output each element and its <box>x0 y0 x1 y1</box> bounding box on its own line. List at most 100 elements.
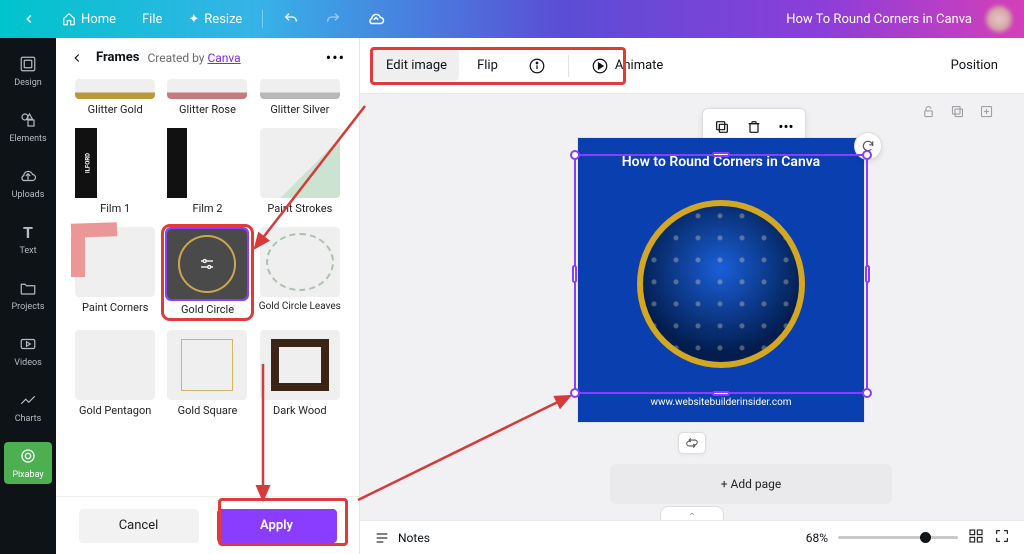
bottom-bar: Notes 68% <box>360 520 1024 554</box>
sliders-icon <box>198 255 216 273</box>
divider <box>568 55 569 77</box>
delete-icon[interactable] <box>739 113 769 141</box>
redo-button[interactable] <box>315 5 351 33</box>
sidebar-item-pixabay[interactable]: Pixabay <box>4 442 52 484</box>
animate-button[interactable]: Animate <box>579 49 675 83</box>
edit-image-button[interactable]: Edit image <box>374 50 459 81</box>
frame-item-dark-wood[interactable]: Dark Wood <box>257 330 343 417</box>
home-label: Home <box>81 12 116 27</box>
zoom-slider[interactable] <box>838 536 958 539</box>
frame-item-film1[interactable]: Film 1 <box>72 128 158 215</box>
panel-title: Frames <box>96 50 139 65</box>
cloud-sync-icon[interactable] <box>357 4 395 34</box>
thumb-paint-corners <box>75 227 155 297</box>
info-button[interactable] <box>516 49 558 83</box>
panel-header: Frames Created by Canva ••• <box>56 38 359 75</box>
sparkle-icon: ✦ <box>188 12 199 27</box>
sidebar-item-charts[interactable]: Charts <box>4 386 52 428</box>
file-menu[interactable]: File <box>132 6 172 33</box>
resize-handle-tl[interactable] <box>570 150 580 160</box>
sidebar-item-uploads[interactable]: Uploads <box>4 162 52 204</box>
selection-box[interactable] <box>574 154 868 394</box>
sidebar-item-text[interactable]: TText <box>4 218 52 260</box>
canvas-stage[interactable]: ••• How to Round Corners in Canva www.we… <box>360 94 1024 520</box>
thumb-gold-square <box>167 330 247 400</box>
duplicate-icon[interactable] <box>950 104 965 123</box>
videos-icon <box>18 334 38 354</box>
thumb-dark-wood <box>260 330 340 400</box>
panel-back-button[interactable] <box>70 49 88 67</box>
resize-handle-tr[interactable] <box>862 150 872 160</box>
animate-icon <box>591 57 609 75</box>
design-site-text: www.websitebuilderinsider.com <box>578 397 864 408</box>
flip-button[interactable]: Flip <box>465 50 510 81</box>
zoom-controls: 68% <box>806 528 1010 547</box>
charts-icon <box>18 390 38 410</box>
resize-handle-t[interactable] <box>712 152 730 157</box>
frame-item-gold-circle-leaves[interactable]: Gold Circle Leaves <box>257 227 343 318</box>
uploads-icon <box>18 166 38 186</box>
element-more-icon[interactable]: ••• <box>771 113 801 141</box>
lock-icon[interactable] <box>921 104 936 123</box>
text-icon: T <box>18 222 38 242</box>
panel-footer: Cancel Apply <box>56 496 359 554</box>
page-drawer-handle[interactable] <box>660 506 724 520</box>
apply-button[interactable]: Apply <box>217 509 337 543</box>
zoom-slider-knob[interactable] <box>920 532 931 543</box>
user-avatar[interactable] <box>986 6 1012 32</box>
back-arrow-button[interactable] <box>12 6 46 32</box>
frames-grid: Glitter Gold Glitter Rose Glitter Silver… <box>56 75 359 496</box>
resize-handle-br[interactable] <box>862 388 872 398</box>
notes-button[interactable]: Notes <box>374 530 430 546</box>
resize-menu[interactable]: ✦ Resize <box>178 6 252 33</box>
resize-handle-l[interactable] <box>572 265 577 283</box>
add-page-icon[interactable] <box>979 104 994 123</box>
thumb-glitter-rose <box>167 79 247 99</box>
frame-item-glitter-gold[interactable]: Glitter Gold <box>72 79 158 116</box>
divider <box>262 10 263 28</box>
grid-view-icon[interactable] <box>968 528 984 547</box>
home-button[interactable]: Home <box>52 6 126 33</box>
resize-handle-bl[interactable] <box>570 388 580 398</box>
sidebar-item-design[interactable]: Design <box>4 50 52 92</box>
zoom-value[interactable]: 68% <box>806 531 828 545</box>
resize-handle-r[interactable] <box>865 265 870 283</box>
thumb-film2 <box>167 128 247 198</box>
frame-item-film2[interactable]: Film 2 <box>164 128 250 215</box>
position-button[interactable]: Position <box>939 50 1010 81</box>
sidebar-item-videos[interactable]: Videos <box>4 330 52 372</box>
left-sidebar: Design Elements Uploads TText Projects V… <box>0 38 56 554</box>
frame-item-gold-square[interactable]: Gold Square <box>164 330 250 417</box>
copy-icon[interactable] <box>707 113 737 141</box>
chevron-up-icon <box>686 510 698 518</box>
fullscreen-icon[interactable] <box>994 528 1010 547</box>
frame-item-paint-strokes[interactable]: Paint Strokes <box>257 128 343 215</box>
thumb-paint-strokes <box>260 128 340 198</box>
document-title[interactable]: How To Round Corners in Canva <box>786 12 972 27</box>
frames-panel: Frames Created by Canva ••• Glitter Gold… <box>56 38 360 554</box>
panel-more-button[interactable]: ••• <box>326 48 345 67</box>
elements-icon <box>18 110 38 130</box>
top-bar: Home File ✦ Resize How To Round Corners … <box>0 0 1024 38</box>
thumb-gold-circle-leaves <box>260 227 340 297</box>
transition-icon[interactable] <box>678 432 706 454</box>
thumb-gold-circle <box>167 229 247 299</box>
created-by-link[interactable]: Canva <box>207 51 240 65</box>
projects-icon <box>18 278 38 298</box>
thumb-glitter-silver <box>260 79 340 99</box>
add-page-button[interactable]: + Add page <box>610 464 892 504</box>
resize-handle-b[interactable] <box>712 391 730 396</box>
undo-button[interactable] <box>273 5 309 33</box>
notes-icon <box>374 530 390 546</box>
frame-item-glitter-silver[interactable]: Glitter Silver <box>257 79 343 116</box>
sidebar-item-elements[interactable]: Elements <box>4 106 52 148</box>
frame-item-gold-circle[interactable]: Gold Circle <box>164 227 250 318</box>
frame-item-gold-pentagon[interactable]: Gold Pentagon <box>72 330 158 417</box>
sidebar-item-projects[interactable]: Projects <box>4 274 52 316</box>
cancel-button[interactable]: Cancel <box>79 509 199 543</box>
frame-item-glitter-rose[interactable]: Glitter Rose <box>164 79 250 116</box>
frame-item-paint-corners[interactable]: Paint Corners <box>72 227 158 318</box>
context-toolbar: Edit image Flip Animate Position <box>360 38 1024 94</box>
info-icon <box>528 57 546 75</box>
thumb-glitter-gold <box>75 79 155 99</box>
